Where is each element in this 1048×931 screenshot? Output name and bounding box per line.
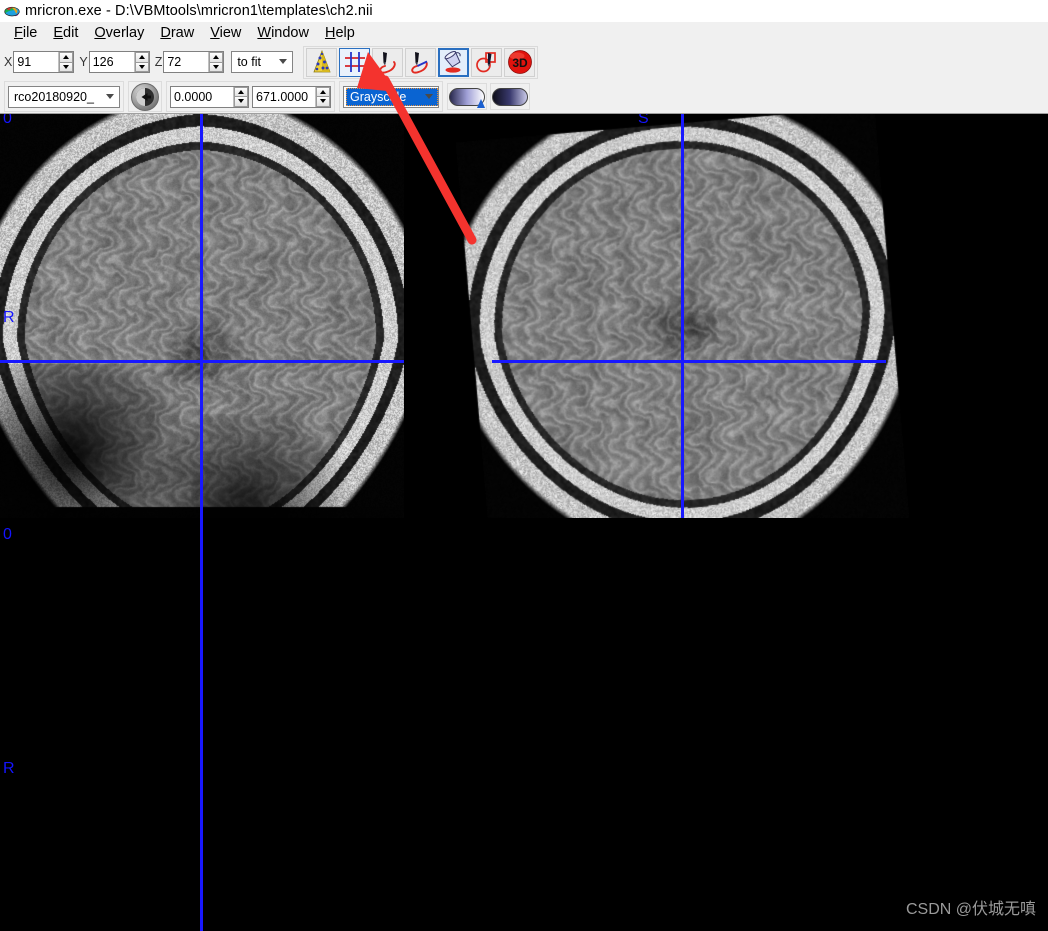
menu-help[interactable]: Help: [317, 24, 363, 43]
max-spin-buttons[interactable]: [315, 87, 330, 107]
layer-select-group: rco20180920_: [4, 81, 124, 112]
render-cone-icon-button[interactable]: [306, 48, 337, 77]
menu-overlay-rest: verlay: [106, 25, 145, 41]
menu-window-rest: indow: [271, 25, 309, 41]
lut-select-group: Grayscale: [339, 81, 443, 112]
max-spin-down[interactable]: [316, 96, 330, 107]
three-d-icon: 3D: [507, 49, 533, 75]
tool-button-group: 3D: [303, 46, 538, 79]
crosshair-icon: [343, 50, 367, 74]
pen-draw-icon: [375, 50, 400, 75]
window-title: mricron.exe - D:\VBMtools\mricron1\templ…: [25, 3, 373, 19]
min-spin-down[interactable]: [234, 96, 248, 107]
z-coordinate-input[interactable]: [164, 52, 208, 72]
x-spin-up[interactable]: [59, 52, 73, 62]
coronal-canvas[interactable]: [0, 114, 404, 518]
z-spin-buttons[interactable]: [208, 52, 223, 72]
axial-view[interactable]: 0 R: [0, 518, 404, 931]
x-coordinate-input[interactable]: [14, 52, 58, 72]
colorbar-light-icon-button[interactable]: [447, 83, 487, 110]
mricron-window: mricron.exe - D:\VBMtools\mricron1\templ…: [0, 0, 1048, 931]
min-intensity-spinner[interactable]: [170, 86, 249, 108]
back-arrow-icon: [135, 87, 155, 107]
max-intensity-spinner[interactable]: [252, 86, 331, 108]
colorbar-dark-icon-button[interactable]: [490, 83, 530, 110]
sagittal-canvas[interactable]: [404, 114, 1048, 518]
menu-file-rest: ile: [23, 25, 38, 41]
menu-file[interactable]: File: [6, 24, 45, 43]
menu-draw-rest: raw: [171, 25, 194, 41]
menu-overlay[interactable]: Overlay: [86, 24, 152, 43]
max-intensity-input[interactable]: [253, 87, 315, 107]
csdn-watermark: CSDN @伏城无嗔: [906, 895, 1036, 919]
z-axis-label: Z: [155, 55, 163, 69]
lut-marker-icon: [477, 99, 485, 109]
menu-bar: File Edit Overlay Draw View Window Help: [0, 22, 1048, 45]
coordinate-toolbar: X Y Z to fit: [0, 45, 1048, 79]
x-axis-label: X: [4, 55, 12, 69]
y-spin-down[interactable]: [135, 62, 149, 73]
sagittal-view[interactable]: S: [404, 114, 1048, 518]
pen-draw-icon-button[interactable]: [372, 48, 403, 77]
three-d-icon-button[interactable]: 3D: [504, 48, 535, 77]
chevron-down-icon: [425, 94, 433, 99]
y-coordinate-spinner[interactable]: [89, 51, 150, 73]
x-spin-buttons[interactable]: [58, 52, 73, 72]
render-cone-icon: [311, 50, 333, 74]
back-button-group: [128, 81, 162, 112]
menu-view[interactable]: View: [202, 24, 249, 43]
z-spin-down[interactable]: [209, 62, 223, 73]
chevron-down-icon: [279, 59, 287, 64]
lut-select[interactable]: Grayscale: [343, 86, 439, 108]
z-spin-up[interactable]: [209, 52, 223, 62]
pen-line-icon-button[interactable]: [405, 48, 436, 77]
colorbar-dark-icon: [492, 88, 528, 106]
y-spin-buttons[interactable]: [134, 52, 149, 72]
paint-bucket-icon-button[interactable]: [438, 48, 469, 77]
menu-edit-rest: dit: [63, 25, 78, 41]
chevron-down-icon: [106, 94, 114, 99]
max-spin-up[interactable]: [316, 87, 330, 97]
menu-window[interactable]: Window: [249, 24, 317, 43]
zoom-select[interactable]: to fit: [231, 51, 293, 73]
min-intensity-input[interactable]: [171, 87, 233, 107]
y-coordinate-input[interactable]: [90, 52, 134, 72]
menu-edit[interactable]: Edit: [45, 24, 86, 43]
coronal-view[interactable]: 0 R P 1: [0, 114, 404, 518]
intensity-range-group: [166, 81, 335, 112]
svg-text:3D: 3D: [512, 56, 528, 70]
pen-line-icon: [408, 50, 433, 75]
y-spin-up[interactable]: [135, 52, 149, 62]
layer-select[interactable]: rco20180920_: [8, 86, 120, 108]
x-coordinate-spinner[interactable]: [13, 51, 74, 73]
ellipse-pen-icon-button[interactable]: [471, 48, 502, 77]
layer-select-value: rco20180920_: [14, 90, 94, 104]
menu-view-rest: iew: [220, 25, 242, 41]
y-axis-label: Y: [79, 55, 87, 69]
ellipse-pen-icon: [474, 50, 499, 75]
brain-icon: [4, 3, 20, 19]
z-coordinate-spinner[interactable]: [163, 51, 224, 73]
crosshair-icon-button[interactable]: [339, 48, 370, 77]
back-arrow-icon-button[interactable]: [131, 83, 159, 111]
x-spin-down[interactable]: [59, 62, 73, 73]
image-viewport: 0 R P 1 S 0 R CSDN @伏城无嗔: [0, 114, 1048, 931]
overlay-toolbar: rco20180920_ 0.0000 671.0000 Grayscale: [0, 79, 1048, 114]
menu-draw[interactable]: Draw: [152, 24, 202, 43]
menu-help-rest: elp: [335, 25, 354, 41]
axial-canvas[interactable]: [0, 518, 404, 931]
paint-bucket-icon: [442, 50, 466, 74]
min-spin-buttons[interactable]: [233, 87, 248, 107]
zoom-select-value: to fit: [237, 55, 261, 69]
title-bar: mricron.exe - D:\VBMtools\mricron1\templ…: [0, 0, 1048, 22]
min-spin-up[interactable]: [234, 87, 248, 97]
